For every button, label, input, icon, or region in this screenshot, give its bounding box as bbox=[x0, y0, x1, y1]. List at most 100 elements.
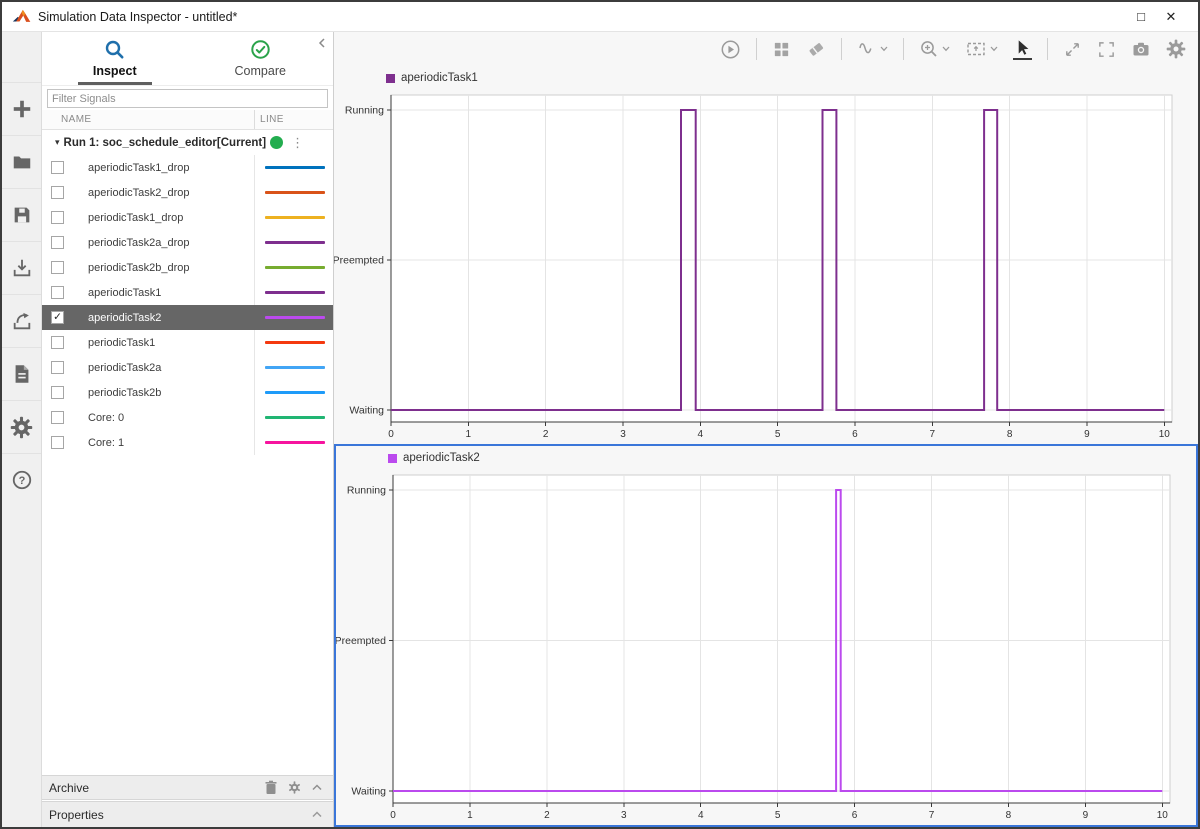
archive-section-header[interactable]: Archive bbox=[42, 775, 333, 800]
run-label: Run 1: soc_schedule_editor[Current] bbox=[63, 136, 267, 149]
tab-compare[interactable]: Compare bbox=[188, 32, 334, 85]
collapse-chevron-icon bbox=[312, 784, 322, 791]
add-button[interactable] bbox=[2, 82, 41, 135]
signal-row[interactable]: Core: 1 bbox=[42, 430, 333, 455]
properties-collapse-button[interactable] bbox=[311, 810, 323, 819]
signal-name: aperiodicTask2_drop bbox=[88, 186, 190, 199]
export-icon bbox=[13, 312, 30, 330]
signal-checkbox[interactable] bbox=[51, 261, 64, 274]
archive-trash-button[interactable] bbox=[264, 780, 278, 795]
signal-checkbox[interactable] bbox=[51, 161, 64, 174]
subplot-2-canvas[interactable]: 0 1 2 3 4 5 6 7 8 9 10 Waiting Preempted Running bbox=[336, 470, 1196, 825]
signal-row[interactable]: periodicTask1 bbox=[42, 330, 333, 355]
signal-line-swatch bbox=[265, 166, 325, 169]
clear-plots-button[interactable] bbox=[806, 39, 826, 59]
signal-row[interactable]: Core: 0 bbox=[42, 405, 333, 430]
tab-inspect[interactable]: Inspect bbox=[42, 32, 188, 85]
signal-row[interactable]: aperiodicTask1_drop bbox=[42, 155, 333, 180]
plot-settings-button[interactable] bbox=[1166, 39, 1186, 59]
window-title: Simulation Data Inspector - untitled* bbox=[38, 9, 238, 24]
signal-row[interactable]: periodicTask2a bbox=[42, 355, 333, 380]
signal-row[interactable]: periodicTask2b_drop bbox=[42, 255, 333, 280]
signal-checkbox[interactable] bbox=[51, 436, 64, 449]
signal-row[interactable]: aperiodicTask2_drop bbox=[42, 180, 333, 205]
create-report-button[interactable] bbox=[2, 347, 41, 400]
signal-checkbox[interactable] bbox=[51, 411, 64, 424]
svg-text:Waiting: Waiting bbox=[349, 405, 384, 417]
fullscreen-button[interactable] bbox=[1097, 40, 1116, 59]
svg-text:Preempted: Preempted bbox=[334, 255, 384, 267]
preferences-button[interactable] bbox=[2, 400, 41, 453]
signal-name: Core: 0 bbox=[88, 411, 125, 424]
fullscreen-icon bbox=[1099, 41, 1114, 57]
signal-line-swatch bbox=[265, 341, 325, 344]
help-button[interactable]: ? bbox=[2, 453, 41, 506]
import-button[interactable] bbox=[2, 241, 41, 294]
expand-plot-button[interactable] bbox=[1063, 40, 1082, 59]
subplot-1-legend: aperiodicTask1 bbox=[334, 66, 1198, 90]
signal-name: periodicTask2b bbox=[88, 386, 162, 399]
chevron-left-icon[interactable] bbox=[315, 36, 329, 50]
kebab-menu-icon[interactable]: ⋮ bbox=[291, 136, 304, 149]
open-folder-icon bbox=[13, 156, 30, 169]
signal-checkbox[interactable] bbox=[51, 336, 64, 349]
cursor-tool-button[interactable] bbox=[1013, 38, 1032, 60]
subplot-1[interactable]: aperiodicTask1 0 1 2 3 4 5 6 7 8 9 10 Waiting Preemp… bbox=[334, 66, 1198, 444]
archive-settings-button[interactable] bbox=[288, 781, 301, 794]
chevron-down-icon bbox=[880, 46, 888, 52]
svg-text:Running: Running bbox=[347, 485, 386, 497]
legend-swatch bbox=[386, 73, 395, 83]
subplot-2-selected[interactable]: aperiodicTask2 0 1 2 3 4 5 6 7 8 9 10 Waiting Preemp… bbox=[334, 444, 1198, 827]
run-expand-caret-icon[interactable]: ▾ bbox=[55, 137, 60, 148]
line-column bbox=[254, 230, 333, 255]
signal-checkbox[interactable] bbox=[51, 286, 64, 299]
filter-signals-input[interactable] bbox=[47, 89, 328, 108]
fit-to-view-button[interactable] bbox=[965, 39, 998, 59]
toolbar-separator bbox=[903, 38, 904, 60]
signal-checkbox[interactable] bbox=[51, 186, 64, 199]
properties-label: Properties bbox=[49, 807, 104, 822]
line-column bbox=[254, 180, 333, 205]
signal-name: aperiodicTask1 bbox=[88, 286, 162, 299]
signal-row[interactable]: periodicTask2b bbox=[42, 380, 333, 405]
line-column bbox=[254, 380, 333, 405]
open-button[interactable] bbox=[2, 135, 41, 188]
svg-text:?: ? bbox=[18, 475, 25, 487]
svg-text:Waiting: Waiting bbox=[351, 785, 386, 797]
signal-checkbox[interactable]: ✓ bbox=[51, 311, 64, 324]
properties-section-header[interactable]: Properties bbox=[42, 801, 333, 827]
replay-button[interactable] bbox=[720, 39, 741, 60]
export-button[interactable] bbox=[2, 294, 41, 347]
subplot-1-canvas[interactable]: 0 1 2 3 4 5 6 7 8 9 10 Waiting Preempted Running bbox=[334, 90, 1198, 444]
zoom-button[interactable] bbox=[919, 39, 950, 59]
line-column bbox=[254, 430, 333, 455]
run-group-row[interactable]: ▾ Run 1: soc_schedule_editor[Current] ⋮ bbox=[42, 130, 333, 155]
signal-checkbox[interactable] bbox=[51, 236, 64, 249]
maximize-button[interactable]: □ bbox=[1126, 5, 1156, 29]
line-column bbox=[254, 255, 333, 280]
close-button[interactable]: ✕ bbox=[1156, 5, 1186, 29]
signal-row[interactable]: aperiodicTask1 bbox=[42, 280, 333, 305]
signal-checkbox[interactable] bbox=[51, 211, 64, 224]
expand-icon bbox=[1066, 42, 1079, 56]
snapshot-button[interactable] bbox=[1131, 39, 1151, 59]
trash-icon bbox=[265, 780, 277, 794]
signal-row[interactable]: periodicTask2a_drop bbox=[42, 230, 333, 255]
signal-options-button[interactable] bbox=[857, 39, 888, 59]
archive-collapse-button[interactable] bbox=[311, 783, 323, 792]
signal-row[interactable]: ✓ aperiodicTask2 bbox=[42, 305, 333, 330]
matlab-logo-icon bbox=[12, 9, 31, 22]
signal-row[interactable]: periodicTask1_drop bbox=[42, 205, 333, 230]
column-header-line: LINE bbox=[254, 110, 333, 129]
signal-line-swatch bbox=[265, 441, 325, 444]
svg-text:2: 2 bbox=[543, 429, 549, 440]
line-column bbox=[254, 330, 333, 355]
signal-line-swatch bbox=[265, 216, 325, 219]
layout-grid-button[interactable] bbox=[772, 40, 791, 59]
signal-checkbox[interactable] bbox=[51, 386, 64, 399]
save-button[interactable] bbox=[2, 188, 41, 241]
replay-icon bbox=[721, 40, 740, 58]
svg-text:8: 8 bbox=[1006, 810, 1012, 821]
signal-checkbox[interactable] bbox=[51, 361, 64, 374]
toolbar-separator bbox=[1047, 38, 1048, 60]
